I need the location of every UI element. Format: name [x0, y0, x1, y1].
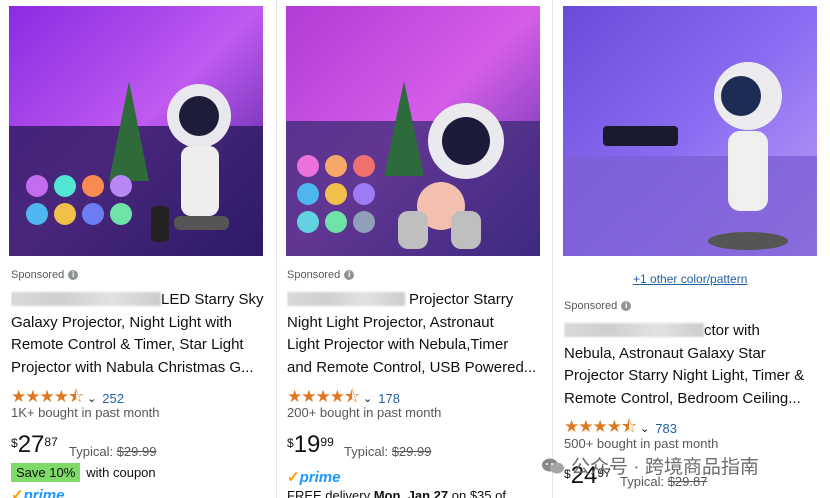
product-title[interactable]: Projector Starry Night Light Projector, … — [287, 289, 542, 379]
blurred-brand — [287, 292, 405, 306]
sponsored-label: Sponsored i — [564, 300, 632, 312]
bought-count: 200+ bought in past month — [287, 405, 442, 420]
typical-price: Typical: $29.99 — [69, 444, 157, 459]
other-color-link[interactable]: +1 other color/pattern — [633, 272, 747, 286]
blurred-brand — [11, 292, 161, 306]
sponsored-label: Sponsored i — [287, 269, 355, 281]
product-image-2[interactable] — [286, 6, 540, 256]
rating-count[interactable]: 252 — [102, 391, 124, 406]
bought-count: 500+ bought in past month — [564, 436, 719, 451]
product-card-2[interactable]: Sponsored i Projector Starry Night Light… — [277, 0, 550, 498]
info-icon[interactable]: i — [621, 301, 632, 311]
prime-check-icon: ✓ — [287, 469, 300, 486]
product-image-3[interactable] — [563, 6, 817, 256]
product-card-1[interactable]: Sponsored i LED Starry Sky Galaxy Projec… — [0, 0, 274, 498]
prime-badge: ✓prime — [287, 469, 341, 486]
prime-check-icon: ✓ — [11, 487, 24, 498]
coupon[interactable]: Save 10% with coupon — [11, 463, 156, 482]
product-card-3[interactable]: +1 other color/pattern Sponsored i ctor … — [553, 0, 830, 498]
prime-badge: ✓prime — [11, 486, 64, 498]
chevron-down-icon[interactable]: ⌄ — [87, 392, 96, 405]
product-image-1[interactable] — [9, 6, 263, 256]
rating-count[interactable]: 178 — [378, 391, 400, 406]
save-badge[interactable]: Save 10% — [11, 463, 81, 482]
info-icon[interactable]: i — [68, 270, 79, 280]
info-icon[interactable]: i — [344, 270, 355, 280]
chevron-down-icon[interactable]: ⌄ — [640, 422, 649, 435]
product-title[interactable]: ctor with Nebula, Astronaut Galaxy Star … — [564, 320, 826, 410]
blurred-brand — [564, 323, 704, 337]
price: $ 27 87 — [11, 431, 58, 458]
wechat-icon — [542, 458, 564, 473]
delivery-info: FREE delivery Mon, Jan 27 on $35 of — [287, 488, 506, 498]
rating-count[interactable]: 783 — [655, 421, 677, 436]
sponsored-label: Sponsored i — [11, 269, 79, 281]
typical-price: Typical: $29.99 — [344, 444, 432, 459]
bought-count: 1K+ bought in past month — [11, 405, 160, 420]
price: $ 19 99 — [287, 431, 334, 458]
chevron-down-icon[interactable]: ⌄ — [363, 392, 372, 405]
watermark: 公众号 · 跨境商品指南 — [541, 452, 759, 479]
product-title[interactable]: LED Starry Sky Galaxy Projector, Night L… — [11, 289, 266, 379]
